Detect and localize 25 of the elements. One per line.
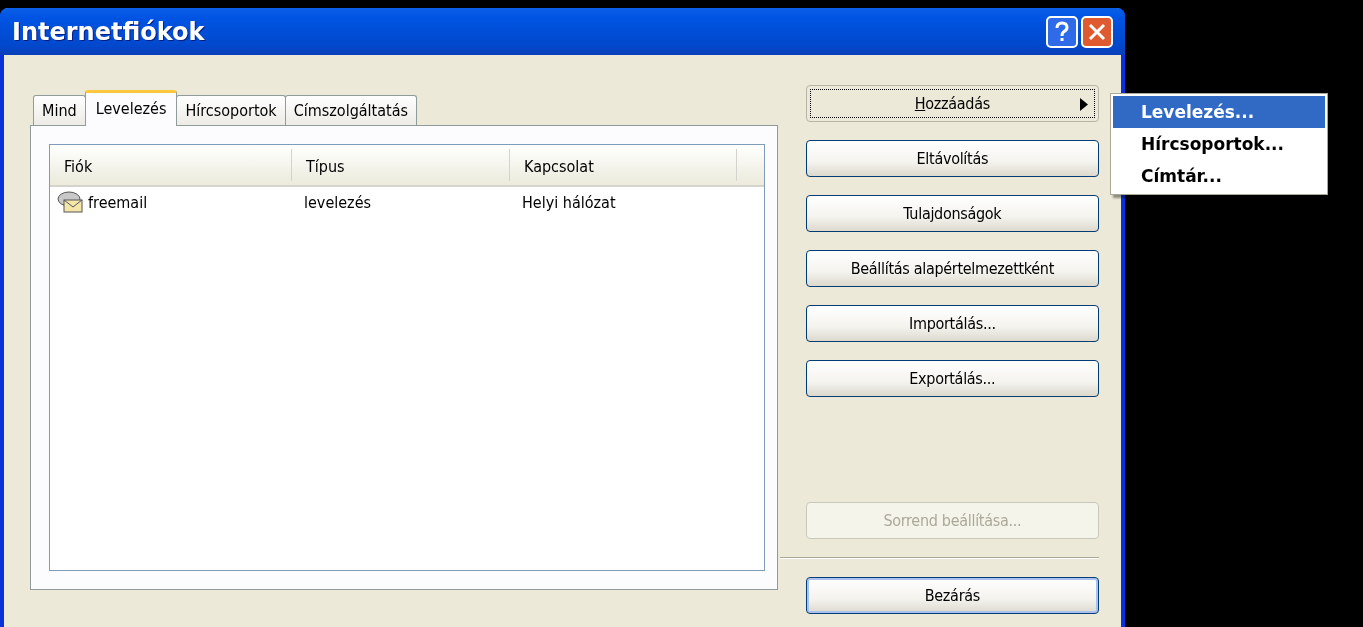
help-icon[interactable] [1046,15,1078,48]
dialog-button[interactable]: Importálás... [805,305,1099,342]
menu-item[interactable]: Címtár... [1113,160,1325,192]
mail-account-icon [56,190,86,214]
table-cell: freemail [88,192,148,212]
table-cell-text: levelezés [303,192,372,212]
tab[interactable]: Címszolgáltatás [284,95,417,125]
column-header[interactable]: Kapcsolat [510,149,737,181]
column-header[interactable]: Fiók [50,149,292,181]
submenu-button[interactable]: Hozzáadás [805,85,1099,122]
dialog-button[interactable]: Bezárás [805,577,1099,614]
menu-item[interactable]: Levelezés... [1113,96,1325,128]
column-header[interactable]: Típus [292,149,510,181]
dialog-button[interactable]: Beállítás alapértelmezettként [805,250,1099,287]
dialog-button[interactable]: Tulajdonságok [805,195,1099,232]
dialog-button[interactable]: Exportálás... [805,360,1099,397]
tab[interactable]: Mind [33,95,86,125]
window-title: Internetfiókok [12,17,206,46]
menu-item[interactable]: Hírcsoportok... [1113,128,1325,160]
dialog-button[interactable]: Eltávolítás [805,140,1099,177]
table-cell-text: Helyi hálózat [521,192,617,212]
submenu-arrow-icon [1080,98,1088,111]
close-icon[interactable] [1081,15,1113,48]
tab[interactable]: Hírcsoportok [176,95,286,125]
tab[interactable]: Levelezés [84,90,178,126]
